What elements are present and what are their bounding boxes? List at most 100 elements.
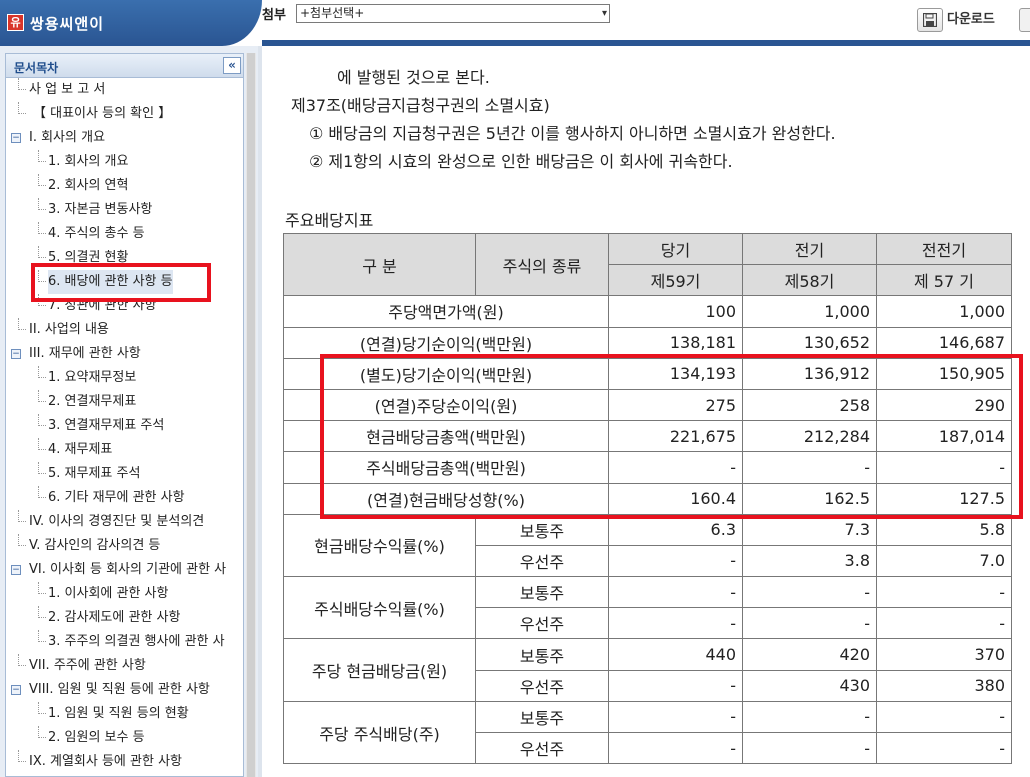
toc-item[interactable]: 3. 자본금 변동사항 (6, 198, 243, 222)
toc-item[interactable]: IV. 이사의 경영진단 및 분석의견 (6, 510, 243, 534)
row-label: 현금배당수익률(%) (283, 513, 476, 578)
toc-item-label: 【 대표이사 등의 확인 】 (33, 106, 172, 121)
header-stock-type: 주식의 종류 (475, 232, 609, 297)
tree-connector (38, 174, 46, 186)
header-period: 전기 (742, 232, 877, 266)
download-button[interactable]: 다운로드 (917, 8, 1000, 32)
tree-connector (38, 198, 46, 210)
tree-connector (18, 654, 26, 666)
value-cell: - (742, 607, 877, 640)
toc-item[interactable]: − III. 재무에 관한 사항 (6, 342, 243, 366)
toc-item[interactable]: 4. 재무제표 (6, 438, 243, 462)
value-cell: 3.8 (742, 544, 877, 578)
stock-type-cell: 보통주 (475, 700, 609, 734)
table-row: 주식배당수익률(%) 보통주 - - - (283, 576, 1012, 640)
stock-type-cell: 우선주 (475, 607, 609, 640)
toc-item[interactable]: 【 대표이사 등의 확인 】 (6, 102, 243, 126)
app-header: 유 쌍용씨앤이 첨부 +첨부선택+ ▾ 다운로드 (0, 0, 1030, 46)
value-cell: 370 (876, 638, 1012, 671)
value-cell: - (608, 607, 743, 640)
toc-item-label: VII. 주주에 관한 사항 (29, 658, 146, 673)
tree-connector (18, 534, 26, 546)
stock-type-cell: 우선주 (475, 731, 609, 765)
toc-item[interactable]: 1. 요약재무정보 (6, 366, 243, 390)
table-rows-highlight-box (320, 354, 1023, 519)
stock-type-cell: 우선주 (475, 669, 609, 702)
toc-item-label: 3. 연결재무제표 주석 (48, 418, 165, 433)
toc-item-label: 1. 요약재무정보 (48, 370, 137, 385)
toc-item[interactable]: IX. 계열회사 등에 관한 사항 (6, 750, 243, 774)
collapse-toggle-icon[interactable]: − (11, 349, 21, 359)
row-label: 주당 현금배당금(원) (283, 638, 476, 702)
toc-item-label: III. 재무에 관한 사항 (29, 346, 141, 361)
toc-item-label: 3. 주주의 의결권 행사에 관한 사 (48, 634, 225, 649)
value-cell: - (608, 544, 743, 578)
toc-item-label: I. 회사의 개요 (29, 130, 106, 145)
toc-item[interactable]: − I. 회사의 개요 (6, 126, 243, 150)
row-label: 주당 주식배당(주) (283, 700, 476, 765)
toc-item[interactable]: 1. 이사회에 관한 사항 (6, 582, 243, 606)
tree-connector (18, 750, 26, 762)
company-name[interactable]: 쌍용씨앤이 (30, 13, 104, 34)
toc-item[interactable]: VII. 주주에 관한 사항 (6, 654, 243, 678)
collapse-toggle-icon[interactable]: − (11, 685, 21, 695)
toc-item[interactable]: 4. 주식의 총수 등 (6, 222, 243, 246)
tree-connector (38, 438, 46, 450)
toc-item-label: 6. 기타 재무에 관한 사항 (48, 490, 185, 505)
value-cell: - (608, 576, 743, 609)
toc-item-label: VI. 이사회 등 회사의 기관에 관한 사 (29, 562, 227, 577)
toc-item[interactable]: 6. 기타 재무에 관한 사항 (6, 486, 243, 510)
toc-item[interactable]: V. 감사인의 감사의견 등 (6, 534, 243, 558)
chevron-down-icon: ▾ (601, 8, 607, 19)
toc-item[interactable]: 2. 연결재무제표 (6, 390, 243, 414)
doc-article-heading: 제37조(배당금지급청구권의 소멸시효) (291, 96, 550, 115)
toc-item[interactable]: 3. 주주의 의결권 행사에 관한 사 (6, 630, 243, 654)
header-period: 당기 (608, 232, 743, 266)
tree-connector (38, 222, 46, 234)
toc-item[interactable]: − VIII. 임원 및 직원 등에 관한 사항 (6, 678, 243, 702)
doc-line: ② 제1항의 시효의 완성으로 인한 배당금은 이 회사에 귀속한다. (309, 152, 733, 171)
brand-banner: 유 쌍용씨앤이 (0, 0, 262, 46)
sidebar-scrollbar-thumb[interactable] (247, 53, 255, 777)
toc-panel: 문서목차 « 사 업 보 고 서 【 대표이사 등의 확인 】 − I. 회사의 개요… (5, 53, 244, 777)
tree-connector (38, 486, 46, 498)
toc-item[interactable]: 2. 임원의 보수 등 (6, 726, 243, 750)
toc-item[interactable]: 1. 임원 및 직원 등의 현황 (6, 702, 243, 726)
value-cell: 7.0 (876, 544, 1012, 578)
value-cell: - (608, 700, 743, 734)
collapse-toggle-icon[interactable]: − (11, 133, 21, 143)
collapse-sidebar-button[interactable]: « (223, 57, 241, 74)
toc-sidebar: 문서목차 « 사 업 보 고 서 【 대표이사 등의 확인 】 − I. 회사의 개요… (0, 46, 258, 777)
value-cell: 1,000 (876, 295, 1012, 328)
toc-item[interactable]: 사 업 보 고 서 (6, 78, 243, 102)
tree-connector (38, 462, 46, 474)
value-cell: - (742, 731, 877, 765)
toc-title: 문서목차 (14, 61, 59, 75)
toc-item-label: 4. 주식의 총수 등 (48, 226, 145, 241)
toc-item[interactable]: 3. 연결재무제표 주석 (6, 414, 243, 438)
tree-connector (38, 414, 46, 426)
toc-item[interactable]: 5. 재무제표 주석 (6, 462, 243, 486)
tree-connector (38, 726, 46, 738)
attach-select[interactable]: +첨부선택+ ▾ (296, 4, 610, 23)
header-period-number: 제 57 기 (876, 264, 1012, 297)
stock-type-cell: 우선주 (475, 544, 609, 578)
toc-item[interactable]: − VI. 이사회 등 회사의 기관에 관한 사 (6, 558, 243, 582)
toolbar-extra-icon[interactable] (1019, 8, 1030, 32)
collapse-toggle-icon[interactable]: − (11, 565, 21, 575)
tree-connector (38, 366, 46, 378)
toc-item[interactable]: 2. 회사의 연혁 (6, 174, 243, 198)
tree-connector (38, 246, 46, 258)
header-period-number: 제59기 (608, 264, 743, 297)
toc-item[interactable]: 2. 감사제도에 관한 사항 (6, 606, 243, 630)
sidebar-scrollbar[interactable] (246, 53, 256, 777)
value-cell: 1,000 (742, 295, 877, 328)
toc-item-label: IX. 계열회사 등에 관한 사항 (29, 754, 183, 769)
toc-item-label: 1. 회사의 개요 (48, 154, 129, 169)
toc-item[interactable]: II. 사업의 내용 (6, 318, 243, 342)
table-row: 주당 현금배당금(원) 보통주 440 420 370 (283, 638, 1012, 702)
table-title: 주요배당지표 (285, 211, 374, 230)
row-label: 주식배당수익률(%) (283, 576, 476, 640)
value-cell: - (742, 700, 877, 734)
toc-item[interactable]: 1. 회사의 개요 (6, 150, 243, 174)
